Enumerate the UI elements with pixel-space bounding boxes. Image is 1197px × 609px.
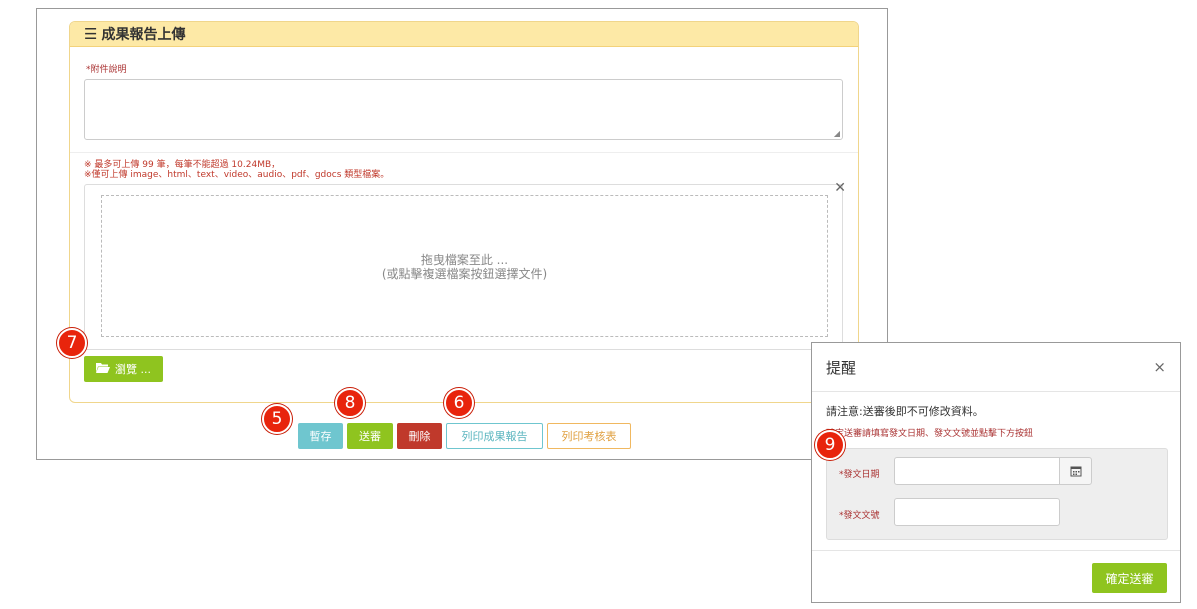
reminder-dialog: 提醒 × 請注意:送審後即不可修改資料。 確定送審請填寫發文日期、發文文號並點擊…	[811, 342, 1181, 603]
step-badge-9: 9	[815, 430, 845, 460]
attachment-description-input[interactable]: ◢	[84, 79, 843, 140]
panel-header: ☰ 成果報告上傳	[70, 22, 858, 47]
dialog-footer-divider	[812, 550, 1180, 551]
browse-button[interactable]: 瀏覽 ...	[84, 356, 163, 382]
calendar-icon	[1070, 462, 1082, 481]
save-draft-button[interactable]: 暫存	[298, 423, 343, 449]
step-badge-7: 7	[57, 328, 87, 358]
confirm-submit-button[interactable]: 確定送審	[1092, 563, 1167, 593]
hamburger-icon: ☰	[84, 25, 98, 43]
submit-button[interactable]: 送審	[347, 423, 393, 449]
file-input-area: 拖曳檔案至此 ... (或點擊複選檔案按鈕選擇文件)	[84, 184, 843, 350]
step-badge-8: 8	[335, 388, 365, 418]
dropzone-text-line1: 拖曳檔案至此 ...	[420, 253, 509, 267]
dispatch-number-input[interactable]	[894, 498, 1060, 526]
upload-note-limit: ※ 最多可上傳 99 筆，每筆不能超過 10.24MB，	[84, 160, 281, 170]
print-evaluation-button[interactable]: 列印考核表	[547, 423, 631, 449]
attachment-label: *附件說明	[86, 65, 127, 75]
dropzone-text-line2: (或點擊複選檔案按鈕選擇文件)	[381, 267, 548, 281]
browse-label: 瀏覽 ...	[115, 363, 151, 376]
upload-panel: ☰ 成果報告上傳 *附件說明 ◢ ※ 最多可上傳 99 筆，每筆不能超過 10.…	[69, 21, 859, 403]
dialog-hint: 確定送審請填寫發文日期、發文文號並點擊下方按鈕	[826, 429, 1034, 439]
upload-notes: ※ 最多可上傳 99 筆，每筆不能超過 10.24MB， ※僅可上傳 image…	[84, 160, 389, 180]
dispatch-date-input[interactable]	[894, 457, 1060, 485]
dialog-close-icon[interactable]: ×	[1153, 358, 1166, 376]
dispatch-number-label: *發文文號	[839, 511, 880, 521]
folder-open-icon	[96, 362, 110, 376]
close-icon[interactable]: ✕	[834, 180, 846, 196]
resize-grip-icon[interactable]: ◢	[834, 129, 840, 138]
dispatch-form: *發文日期 *發文文號	[826, 448, 1168, 540]
print-report-button[interactable]: 列印成果報告	[446, 423, 543, 449]
dropzone[interactable]: 拖曳檔案至此 ... (或點擊複選檔案按鈕選擇文件)	[101, 195, 828, 337]
dialog-header: 提醒 ×	[812, 343, 1180, 392]
step-badge-6: 6	[444, 388, 474, 418]
dialog-warning: 請注意:送審後即不可修改資料。	[826, 405, 984, 418]
dialog-title: 提醒	[826, 358, 857, 377]
calendar-button[interactable]	[1059, 457, 1092, 485]
dispatch-date-label: *發文日期	[839, 470, 880, 480]
delete-button[interactable]: 刪除	[397, 423, 442, 449]
panel-title: 成果報告上傳	[101, 27, 186, 43]
upload-note-types: ※僅可上傳 image、html、text、video、audio、pdf、gd…	[84, 170, 390, 180]
step-badge-5: 5	[262, 404, 292, 434]
divider	[70, 152, 858, 153]
